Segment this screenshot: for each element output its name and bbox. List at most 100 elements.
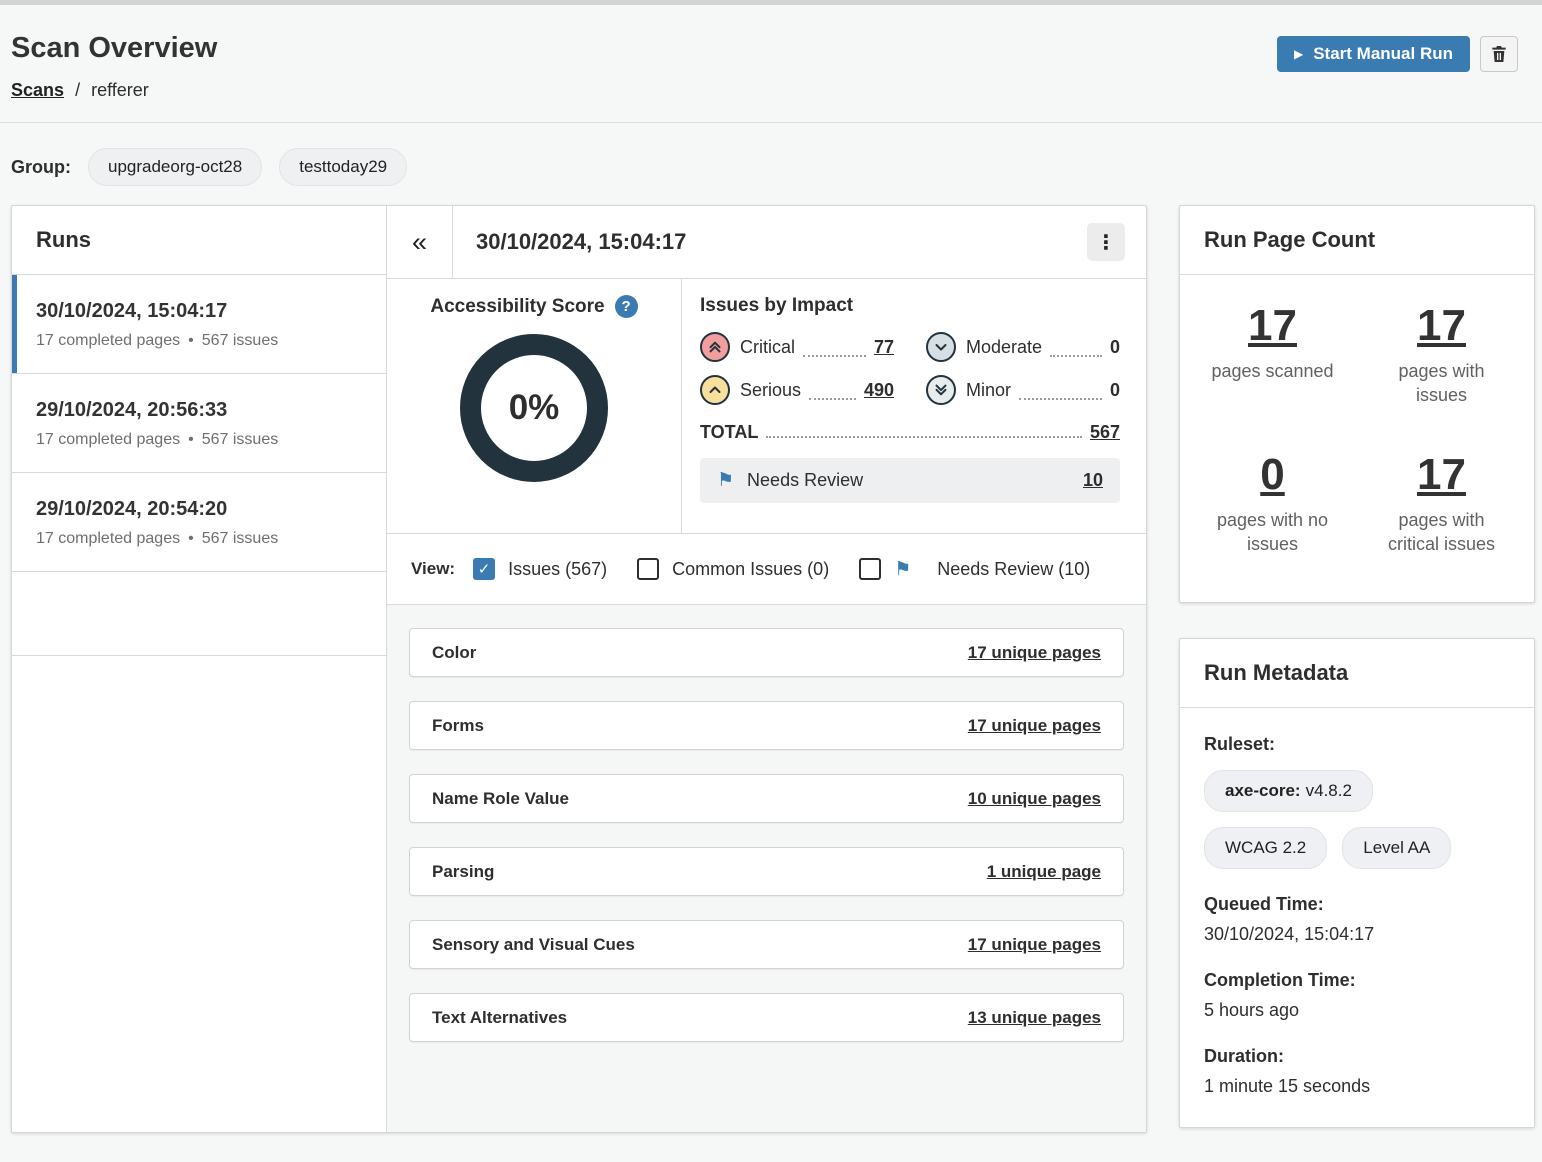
run-list-item[interactable]: 29/10/2024, 20:54:20 17 completed pages … — [12, 473, 386, 572]
group-chip[interactable]: upgradeorg-oct28 — [88, 148, 262, 186]
category-label: Name Role Value — [432, 789, 569, 809]
accessibility-score-section: Accessibility Score ? 0% — [387, 279, 682, 533]
run-detail-body: Accessibility Score ? 0% Issues by Impac… — [387, 279, 1146, 534]
total-count-link[interactable]: 567 — [1090, 422, 1120, 443]
flag-icon: ⚑ — [894, 560, 911, 579]
view-label: View: — [411, 559, 455, 579]
scan-overview-page: Scan Overview ▶ Start Manual Run Scans /… — [0, 0, 1542, 1162]
run-page-count-stats: 17 pages scanned 17 pages with issues 0 … — [1180, 275, 1534, 556]
queued-time-field: Queued Time: 30/10/2024, 15:04:17 — [1204, 894, 1510, 945]
score-donut: 0% — [460, 334, 608, 482]
category-pages-link[interactable]: 17 unique pages — [968, 935, 1101, 955]
checkbox-common-issues[interactable] — [637, 558, 659, 580]
run-item-pages: 17 completed pages — [36, 332, 180, 350]
issues-by-impact-section: Issues by Impact Critical — [682, 279, 1146, 533]
run-item-issues: 567 issues — [202, 431, 279, 449]
category-pages-link[interactable]: 10 unique pages — [968, 789, 1101, 809]
minor-severity-icon — [926, 375, 956, 405]
help-icon[interactable]: ? — [615, 295, 638, 318]
impact-label: Serious — [740, 380, 801, 401]
critical-count-link[interactable]: 77 — [874, 337, 894, 358]
header-actions: ▶ Start Manual Run — [1277, 36, 1518, 72]
breadcrumb-separator: / — [75, 80, 80, 100]
run-list-item[interactable]: 29/10/2024, 20:56:33 17 completed pages … — [12, 374, 386, 473]
dotted-leader — [809, 398, 856, 400]
run-item-pages: 17 completed pages — [36, 530, 180, 548]
category-pages-link[interactable]: 1 unique page — [987, 862, 1101, 882]
group-chip[interactable]: testtoday29 — [279, 148, 407, 186]
breadcrumb-scans-link[interactable]: Scans — [11, 80, 64, 100]
start-manual-run-label: Start Manual Run — [1313, 44, 1453, 64]
needs-review-label: Needs Review — [747, 470, 863, 491]
dotted-leader — [766, 436, 1082, 438]
run-item-date: 30/10/2024, 15:04:17 — [36, 300, 362, 323]
category-row-forms: Forms 17 unique pages — [409, 701, 1124, 750]
impact-label: Minor — [966, 380, 1011, 401]
run-date-title: 30/10/2024, 15:04:17 — [453, 206, 1087, 278]
stat-value-link[interactable]: 0 — [1260, 450, 1284, 500]
needs-review-row: ⚑ Needs Review 10 — [700, 458, 1120, 503]
breadcrumb: Scans / refferer — [11, 80, 1518, 101]
category-row-sensory-visual-cues: Sensory and Visual Cues 17 unique pages — [409, 920, 1124, 969]
run-list-item[interactable]: 30/10/2024, 15:04:17 17 completed pages … — [12, 275, 386, 374]
impact-grid: Critical 77 M — [700, 332, 1120, 405]
view-option-issues-label: Issues (567) — [508, 559, 607, 580]
run-item-pages: 17 completed pages — [36, 431, 180, 449]
issues-by-impact-title: Issues by Impact — [700, 295, 1120, 317]
collapse-icon: « — [412, 227, 427, 258]
group-label: Group: — [11, 157, 71, 178]
collapse-runs-button[interactable]: « — [387, 206, 453, 278]
run-item-issues: 567 issues — [202, 332, 279, 350]
category-label: Sensory and Visual Cues — [432, 935, 635, 955]
header-divider — [0, 122, 1542, 123]
play-icon: ▶ — [1294, 48, 1303, 60]
delete-scan-button[interactable] — [1480, 36, 1518, 72]
category-row-color: Color 17 unique pages — [409, 628, 1124, 677]
queued-time-label: Queued Time: — [1204, 894, 1510, 915]
completion-time-field: Completion Time: 5 hours ago — [1204, 970, 1510, 1021]
start-manual-run-button[interactable]: ▶ Start Manual Run — [1277, 36, 1470, 72]
impact-row-serious: Serious 490 — [700, 375, 894, 405]
checkbox-issues[interactable]: ✓ — [473, 558, 495, 580]
stat-value-link[interactable]: 17 — [1417, 450, 1466, 500]
ruleset-chip-name: axe-core: — [1225, 781, 1301, 800]
impact-row-minor: Minor 0 — [926, 375, 1120, 405]
category-label: Color — [432, 643, 476, 663]
category-pages-link[interactable]: 13 unique pages — [968, 1008, 1101, 1028]
stat-label: pages scanned — [1202, 359, 1344, 383]
dotted-leader — [1019, 398, 1102, 400]
needs-review-count-link[interactable]: 10 — [1083, 470, 1103, 491]
run-metadata-title: Run Metadata — [1180, 639, 1534, 708]
checkbox-needs-review[interactable] — [859, 558, 881, 580]
bullet-separator: • — [188, 530, 194, 548]
page-header: Scan Overview ▶ Start Manual Run Scans /… — [0, 5, 1542, 101]
category-pages-link[interactable]: 17 unique pages — [968, 716, 1101, 736]
ruleset-chip-text: WCAG 2.2 — [1225, 838, 1306, 857]
runs-title: Runs — [12, 206, 386, 275]
stat-value-link[interactable]: 17 — [1248, 301, 1297, 351]
run-page-count-card: Run Page Count 17 pages scanned 17 pages… — [1179, 205, 1535, 603]
run-metadata-body: Ruleset: axe-core:v4.8.2 WCAG 2.2 Level … — [1180, 708, 1534, 1123]
ruleset-label: Ruleset: — [1204, 734, 1510, 755]
run-detail-header: « 30/10/2024, 15:04:17 ⋮ — [387, 206, 1146, 279]
run-detail-panel: « 30/10/2024, 15:04:17 ⋮ Accessibility S… — [387, 206, 1146, 1132]
serious-count-link[interactable]: 490 — [864, 380, 894, 401]
dotted-leader — [803, 355, 866, 357]
category-pages-link[interactable]: 17 unique pages — [968, 643, 1101, 663]
bullet-separator: • — [188, 431, 194, 449]
critical-severity-icon — [700, 332, 730, 362]
breadcrumb-current: refferer — [91, 80, 149, 100]
view-option-needs-review[interactable]: ⚑ Needs Review (10) — [859, 558, 1090, 580]
category-label: Text Alternatives — [432, 1008, 567, 1028]
run-item-summary: 17 completed pages • 567 issues — [36, 332, 362, 350]
view-option-issues[interactable]: ✓ Issues (567) — [473, 558, 607, 580]
view-option-common-issues[interactable]: Common Issues (0) — [637, 558, 829, 580]
run-item-issues: 567 issues — [202, 530, 279, 548]
impact-row-critical: Critical 77 — [700, 332, 894, 362]
run-item-date: 29/10/2024, 20:56:33 — [36, 399, 362, 422]
run-menu-button[interactable]: ⋮ — [1087, 223, 1125, 261]
stat-label: pages with issues — [1371, 359, 1513, 408]
moderate-severity-icon — [926, 332, 956, 362]
stat-value-link[interactable]: 17 — [1417, 301, 1466, 351]
run-metadata-card: Run Metadata Ruleset: axe-core:v4.8.2 WC… — [1179, 638, 1535, 1128]
